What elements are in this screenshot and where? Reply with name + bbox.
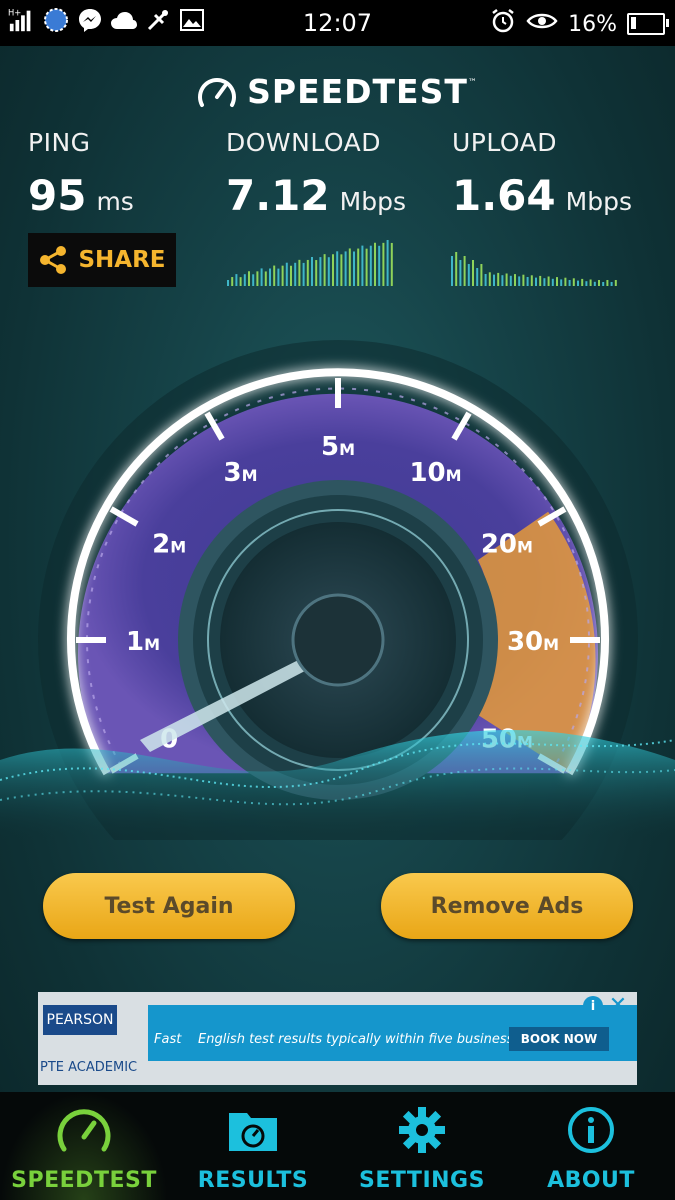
- upload-unit: Mbps: [565, 187, 632, 216]
- results-folder-icon: [223, 1102, 283, 1158]
- ping-label: PING: [28, 128, 91, 157]
- share-label: SHARE: [78, 247, 166, 273]
- info-icon: [561, 1102, 621, 1158]
- status-icons-right: 16%: [490, 8, 669, 40]
- nav-settings[interactable]: SETTINGS: [338, 1092, 506, 1200]
- gauge-hub: [291, 593, 385, 687]
- ad-text: English test results typically within fi…: [198, 1032, 553, 1047]
- ad-info-icon[interactable]: i: [583, 996, 603, 1016]
- share-button[interactable]: SHARE: [28, 233, 176, 287]
- ad-book-now-button[interactable]: BOOK NOW: [509, 1027, 609, 1051]
- nav-settings-label: SETTINGS: [359, 1168, 485, 1193]
- upload-sparkline: [451, 252, 617, 286]
- download-sparkline: [227, 240, 393, 286]
- remove-ads-button[interactable]: Remove Ads: [381, 873, 633, 939]
- upload-metric: UPLOAD 1.64 Mbps: [452, 128, 632, 220]
- ping-value: 95: [28, 171, 87, 220]
- nav-results[interactable]: RESULTS: [169, 1092, 337, 1200]
- upload-value: 1.64: [452, 171, 556, 220]
- ping-unit: ms: [96, 187, 134, 216]
- ad-close-icon[interactable]: ✕: [607, 993, 629, 1018]
- status-bar: H+ 12:07 16%: [0, 0, 675, 46]
- trademark-mark: ™: [467, 78, 478, 88]
- eye-icon: [526, 11, 558, 37]
- download-unit: Mbps: [339, 187, 406, 216]
- nav-about[interactable]: ABOUT: [507, 1092, 675, 1200]
- share-icon: [40, 246, 67, 274]
- upload-label: UPLOAD: [452, 128, 558, 157]
- speedometer-logo-icon: [198, 78, 237, 107]
- nav-speedtest[interactable]: SPEEDTEST: [0, 1092, 168, 1200]
- speed-gauge: 01M2M3M5M10M20M30M50M: [0, 340, 675, 840]
- ad-banner[interactable]: PEARSON PTE ACADEMIC Fast English test r…: [38, 992, 637, 1085]
- speedometer-icon: [54, 1102, 114, 1158]
- ping-metric: PING 95 ms: [28, 128, 134, 220]
- speedtest-logo: SPEEDTEST™: [0, 72, 675, 111]
- nav-about-label: ABOUT: [547, 1168, 635, 1193]
- alarm-icon: [490, 8, 516, 40]
- ad-product: PTE ACADEMIC: [40, 1060, 138, 1075]
- logo-text: SPEEDTEST: [247, 72, 468, 111]
- ad-lead: Fast: [154, 1032, 182, 1047]
- nav-results-label: RESULTS: [197, 1168, 309, 1193]
- bottom-nav: SPEEDTEST RESULTS SETTINGS ABOUT: [0, 1092, 675, 1200]
- battery-icon: [627, 13, 669, 35]
- download-value: 7.12: [226, 171, 330, 220]
- battery-percent: 16%: [568, 11, 617, 37]
- nav-speedtest-label: SPEEDTEST: [11, 1168, 157, 1193]
- gear-icon: [392, 1102, 452, 1158]
- ad-brand: PEARSON: [43, 1005, 117, 1035]
- download-label: DOWNLOAD: [226, 128, 381, 157]
- download-metric: DOWNLOAD 7.12 Mbps: [226, 128, 406, 220]
- test-again-button[interactable]: Test Again: [43, 873, 295, 939]
